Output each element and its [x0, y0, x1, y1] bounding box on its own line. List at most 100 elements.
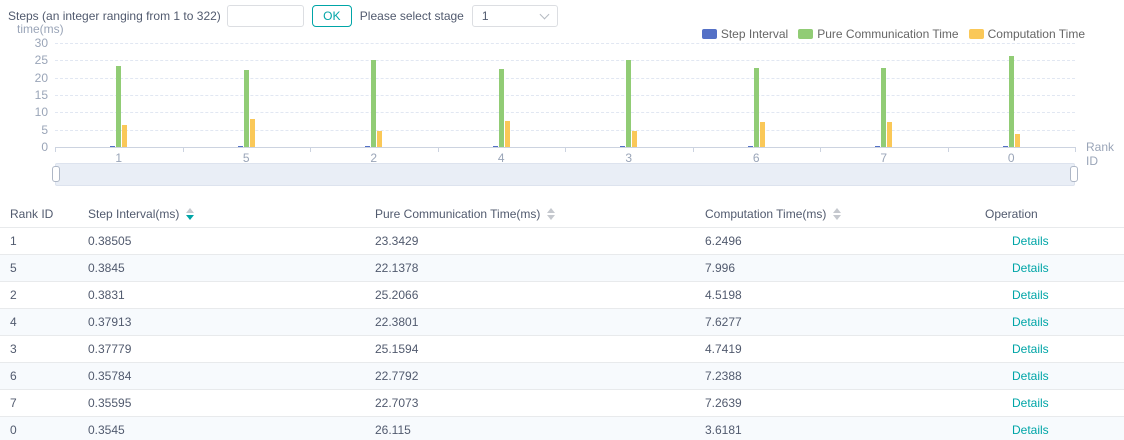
bar-pure-communication-time[interactable] [244, 70, 249, 147]
details-link[interactable]: Details [1012, 315, 1049, 329]
bar-step-interval[interactable] [875, 146, 880, 148]
cell-step-interval: 0.37779 [88, 336, 375, 363]
bar-computation-time[interactable] [250, 119, 255, 147]
cell-step-interval: 0.38505 [88, 228, 375, 255]
rank-stats-table: Rank IDStep Interval(ms)Pure Communicati… [0, 200, 1124, 440]
gridline [55, 78, 1075, 79]
details-link[interactable]: Details [1012, 396, 1049, 410]
gridline [55, 43, 1075, 44]
bar-computation-time[interactable] [760, 122, 765, 147]
bar-step-interval[interactable] [493, 146, 498, 148]
bar-computation-time[interactable] [632, 131, 637, 147]
cell-operation: Details [985, 417, 1124, 440]
stage-select[interactable]: 1 [472, 5, 558, 27]
cell-operation: Details [985, 255, 1124, 282]
details-link[interactable]: Details [1012, 261, 1049, 275]
cell-step-interval: 0.3545 [88, 417, 375, 440]
ok-button[interactable]: OK [312, 5, 352, 27]
cell-step-interval: 0.35784 [88, 363, 375, 390]
details-link[interactable]: Details [1012, 288, 1049, 302]
details-link[interactable]: Details [1012, 342, 1049, 356]
bar-pure-communication-time[interactable] [116, 66, 121, 147]
column-header-computation-time-ms[interactable]: Computation Time(ms) [705, 200, 985, 228]
scrollbar-right-handle[interactable] [1070, 166, 1078, 182]
cell-pure-communication-time: 23.3429 [375, 228, 705, 255]
cell-pure-communication-time: 25.1594 [375, 336, 705, 363]
x-axis-tick [565, 147, 566, 152]
gridline [55, 60, 1075, 61]
profiler-page: Steps (an integer ranging from 1 to 322)… [0, 0, 1124, 440]
column-header-step-interval-ms[interactable]: Step Interval(ms) [88, 200, 375, 228]
column-header-pure-communication-time-ms[interactable]: Pure Communication Time(ms) [375, 200, 705, 228]
bar-step-interval[interactable] [365, 146, 370, 148]
sort-asc-caret[interactable] [833, 208, 841, 213]
table-row: 00.354526.1153.6181Details [0, 417, 1124, 440]
bar-computation-time[interactable] [122, 125, 127, 147]
cell-computation-time: 4.7419 [705, 336, 985, 363]
sort-desc-caret[interactable] [547, 215, 555, 220]
legend-label: Step Interval [721, 27, 788, 41]
bar-step-interval[interactable] [1003, 146, 1008, 148]
cell-operation: Details [985, 390, 1124, 417]
cell-rank-id: 5 [0, 255, 88, 282]
bar-step-interval[interactable] [238, 146, 243, 148]
bar-pure-communication-time[interactable] [881, 68, 886, 147]
cell-computation-time: 7.2388 [705, 363, 985, 390]
table-row: 10.3850523.34296.2496Details [0, 228, 1124, 255]
top-controls: Steps (an integer ranging from 1 to 322)… [8, 4, 558, 28]
bar-pure-communication-time[interactable] [499, 69, 504, 147]
x-axis-tick [1075, 147, 1076, 152]
cell-operation: Details [985, 363, 1124, 390]
legend-item-computation-time[interactable]: Computation Time [969, 27, 1085, 41]
table-row: 60.3578422.77927.2388Details [0, 363, 1124, 390]
bar-pure-communication-time[interactable] [626, 60, 631, 147]
x-axis-tick [310, 147, 311, 152]
cell-operation: Details [985, 336, 1124, 363]
sort-asc-caret[interactable] [547, 208, 555, 213]
chart-scrollbar[interactable] [55, 163, 1075, 186]
cell-pure-communication-time: 22.7073 [375, 390, 705, 417]
steps-input[interactable] [227, 5, 304, 27]
sort-icon[interactable] [186, 208, 194, 220]
sort-desc-caret[interactable] [186, 215, 194, 220]
y-axis-name: time(ms) [17, 22, 64, 36]
details-link[interactable]: Details [1012, 234, 1049, 248]
cell-rank-id: 6 [0, 363, 88, 390]
gridline [55, 130, 1075, 131]
sort-icon[interactable] [547, 208, 555, 220]
sort-icon[interactable] [833, 208, 841, 220]
bar-computation-time[interactable] [1015, 134, 1020, 147]
cell-rank-id: 7 [0, 390, 88, 417]
legend-item-step-interval[interactable]: Step Interval [702, 27, 788, 41]
y-axis-tick-label: 0 [8, 141, 48, 153]
cell-rank-id: 4 [0, 309, 88, 336]
bar-step-interval[interactable] [748, 146, 753, 148]
bar-computation-time[interactable] [377, 131, 382, 147]
table-row: 50.384522.13787.996Details [0, 255, 1124, 282]
sort-desc-caret[interactable] [833, 215, 841, 220]
bar-step-interval[interactable] [110, 146, 115, 148]
stage-select-label: Please select stage [360, 9, 464, 23]
bar-computation-time[interactable] [505, 121, 510, 147]
column-header-operation: Operation [985, 200, 1124, 228]
bar-pure-communication-time[interactable] [754, 68, 759, 147]
details-link[interactable]: Details [1012, 369, 1049, 383]
bar-step-interval[interactable] [620, 146, 625, 148]
sort-asc-caret[interactable] [186, 208, 194, 213]
column-header-rank-id: Rank ID [0, 200, 88, 228]
cell-computation-time: 7.996 [705, 255, 985, 282]
x-axis-tick [693, 147, 694, 152]
cell-step-interval: 0.35595 [88, 390, 375, 417]
bar-computation-time[interactable] [887, 122, 892, 147]
cell-rank-id: 1 [0, 228, 88, 255]
scrollbar-left-handle[interactable] [52, 166, 60, 182]
legend-item-pure-communication-time[interactable]: Pure Communication Time [798, 27, 958, 41]
legend-label: Computation Time [988, 27, 1085, 41]
gridline [55, 112, 1075, 113]
cell-pure-communication-time: 22.1378 [375, 255, 705, 282]
bar-pure-communication-time[interactable] [1009, 56, 1014, 147]
details-link[interactable]: Details [1012, 423, 1049, 437]
bar-pure-communication-time[interactable] [371, 60, 376, 147]
gridline [55, 95, 1075, 96]
cell-computation-time: 7.2639 [705, 390, 985, 417]
